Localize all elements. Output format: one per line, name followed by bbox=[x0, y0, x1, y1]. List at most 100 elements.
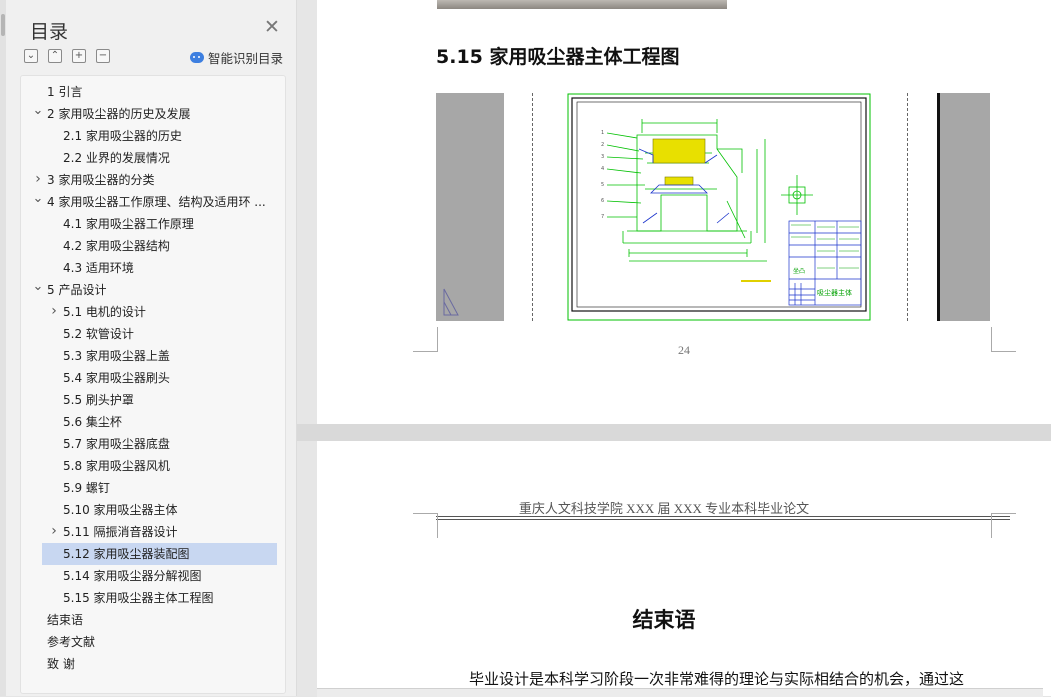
toc-item-label: 2.2 业界的发展情况 bbox=[63, 151, 170, 165]
add-entry-button[interactable]: + bbox=[72, 49, 86, 63]
toc-item-label: 5.15 家用吸尘器主体工程图 bbox=[63, 591, 214, 605]
toc-item-label: 2 家用吸尘器的历史及发展 bbox=[47, 107, 191, 121]
toc-item[interactable]: 结束语 bbox=[21, 609, 285, 631]
toc-item[interactable]: 5.12 家用吸尘器装配图 bbox=[21, 543, 285, 565]
toc-item-label: 5.11 隔振消音器设计 bbox=[63, 525, 178, 539]
section-heading: 5.15 家用吸尘器主体工程图 bbox=[436, 46, 680, 68]
toc-item[interactable]: › 3 家用吸尘器的分类 bbox=[21, 169, 285, 191]
previous-image-bottom bbox=[437, 0, 727, 9]
document-view[interactable]: 5.15 家用吸尘器主体工程图 1 2 3 4 5 6 7 坐凸 吸尘器主体 2… bbox=[297, 0, 1051, 697]
toc-item[interactable]: 5.2 软管设计 bbox=[21, 323, 285, 345]
svg-text:2: 2 bbox=[601, 142, 604, 148]
svg-text:7: 7 bbox=[601, 214, 604, 220]
page-corner-mark bbox=[413, 513, 438, 538]
toc-item[interactable]: › 5.1 电机的设计 bbox=[21, 301, 285, 323]
smart-toc-button[interactable]: 智能识别目录 bbox=[190, 48, 283, 67]
smart-toc-label: 智能识别目录 bbox=[208, 51, 284, 66]
toc-item-label: 5.9 螺钉 bbox=[63, 481, 110, 495]
chevron-down-icon[interactable]: ⌄ bbox=[32, 103, 44, 118]
toc-item[interactable]: 致 谢 bbox=[21, 653, 285, 675]
engineering-drawing: 123 4567 坐凸 吸尘器主体 bbox=[436, 93, 990, 322]
header-rule bbox=[436, 519, 1010, 520]
toc-item[interactable]: 4.2 家用吸尘器结构 bbox=[21, 235, 285, 257]
toc-item-label: 1 引言 bbox=[47, 85, 83, 99]
toc-item[interactable]: › 5.11 隔振消音器设计 bbox=[21, 521, 285, 543]
toc-item[interactable]: ⌄ 2 家用吸尘器的历史及发展 bbox=[21, 103, 285, 125]
chapter-title: 结束语 bbox=[632, 608, 696, 632]
cad-drawing: 123 4567 坐凸 吸尘器主体 bbox=[567, 93, 871, 321]
toc-sidebar: 目录 ✕ ⌄ ⌃ + − 智能识别目录 1 引言 ⌄ 2 家用吸尘器的历史及发展 2.… bbox=[0, 0, 297, 696]
toc-item[interactable]: 5.4 家用吸尘器刷头 bbox=[21, 367, 285, 389]
toc-item[interactable]: 1 引言 bbox=[21, 81, 285, 103]
toc-item-label: 参考文献 bbox=[47, 635, 96, 649]
toc-item[interactable]: 5.14 家用吸尘器分解视图 bbox=[21, 565, 285, 587]
expand-all-button[interactable]: ⌄ bbox=[24, 49, 38, 63]
toc-item-label: 4 家用吸尘器工作原理、结构及适用环 ... bbox=[47, 195, 266, 209]
toc-item[interactable]: 2.2 业界的发展情况 bbox=[21, 147, 285, 169]
collapse-all-button[interactable]: ⌃ bbox=[48, 49, 62, 63]
toc-item[interactable]: 5.15 家用吸尘器主体工程图 bbox=[21, 587, 285, 609]
toc-item-label: 3 家用吸尘器的分类 bbox=[47, 173, 155, 187]
toc-item[interactable]: 5.9 螺钉 bbox=[21, 477, 285, 499]
ai-cloud-icon bbox=[190, 52, 204, 63]
toc-item-label: 5.4 家用吸尘器刷头 bbox=[63, 371, 170, 385]
toc-item-label: 5.3 家用吸尘器上盖 bbox=[63, 349, 170, 363]
toc-item-label: 5.12 家用吸尘器装配图 bbox=[63, 547, 190, 561]
svg-text:3: 3 bbox=[601, 154, 604, 160]
toc-item-label: 5.7 家用吸尘器底盘 bbox=[63, 437, 170, 451]
toc-item[interactable]: 参考文献 bbox=[21, 631, 285, 653]
header-rule bbox=[436, 516, 1010, 517]
chevron-down-icon[interactable]: ⌄ bbox=[32, 191, 44, 206]
page-fold-line bbox=[907, 93, 908, 321]
toc-item-label: 5 产品设计 bbox=[47, 283, 107, 297]
svg-text:6: 6 bbox=[601, 198, 604, 204]
toc-item-label: 结束语 bbox=[47, 613, 84, 627]
drawing-label: 坐凸 bbox=[793, 267, 805, 275]
page-separator bbox=[297, 424, 1051, 441]
document-page: 重庆人文科技学院 XXX 届 XXX 专业本科毕业论文 结束语 毕业设计是本科学… bbox=[317, 441, 1051, 696]
toc-item[interactable]: ⌄ 5 产品设计 bbox=[21, 279, 285, 301]
toc-item[interactable]: 4.1 家用吸尘器工作原理 bbox=[21, 213, 285, 235]
chevron-right-icon[interactable]: › bbox=[32, 169, 44, 190]
toc-item-label: 5.2 软管设计 bbox=[63, 327, 134, 341]
sidebar-title: 目录 bbox=[30, 21, 69, 43]
svg-text:5: 5 bbox=[601, 182, 604, 188]
document-margin bbox=[297, 0, 316, 696]
toc-item[interactable]: 5.8 家用吸尘器风机 bbox=[21, 455, 285, 477]
chevron-down-icon[interactable]: ⌄ bbox=[32, 279, 44, 294]
toc-item-label: 致 谢 bbox=[47, 657, 75, 671]
page-corner-mark bbox=[991, 513, 1016, 538]
toc-item-label: 5.6 集尘杯 bbox=[63, 415, 122, 429]
toc-item-label: 5.8 家用吸尘器风机 bbox=[63, 459, 170, 473]
drawing-gray-margin-right bbox=[937, 93, 990, 321]
drawing-gray-margin-left bbox=[436, 93, 504, 321]
remove-entry-button[interactable]: − bbox=[96, 49, 110, 63]
toc-item-label: 4.3 适用环境 bbox=[63, 261, 134, 275]
scroll-thumb[interactable] bbox=[1, 14, 5, 36]
document-page: 5.15 家用吸尘器主体工程图 1 2 3 4 5 6 7 坐凸 吸尘器主体 2… bbox=[317, 0, 1051, 424]
toc-item-label: 4.2 家用吸尘器结构 bbox=[63, 239, 170, 253]
toc-item-label: 5.14 家用吸尘器分解视图 bbox=[63, 569, 202, 583]
svg-text:1: 1 bbox=[601, 130, 604, 136]
toc-item-label: 4.1 家用吸尘器工作原理 bbox=[63, 217, 194, 231]
close-icon[interactable]: ✕ bbox=[262, 17, 282, 37]
toc-item-label: 5.5 刷头护罩 bbox=[63, 393, 134, 407]
toc-item-label: 5.10 家用吸尘器主体 bbox=[63, 503, 178, 517]
chevron-right-icon[interactable]: › bbox=[48, 301, 60, 322]
toc-item[interactable]: 5.3 家用吸尘器上盖 bbox=[21, 345, 285, 367]
toc-item[interactable]: 5.7 家用吸尘器底盘 bbox=[21, 433, 285, 455]
toc-item[interactable]: ⌄ 4 家用吸尘器工作原理、结构及适用环 ... bbox=[21, 191, 285, 213]
toc-list: 1 引言 ⌄ 2 家用吸尘器的历史及发展 2.1 家用吸尘器的历史 2.2 业界的发展情… bbox=[20, 75, 286, 694]
toc-item[interactable]: 5.6 集尘杯 bbox=[21, 411, 285, 433]
page-fold-line bbox=[532, 93, 533, 321]
chevron-right-icon[interactable]: › bbox=[48, 521, 60, 542]
body-text: 毕业设计是本科学习阶段一次非常难得的理论与实际相结合的机会，通过这 bbox=[469, 670, 965, 688]
toc-item[interactable]: 5.5 刷头护罩 bbox=[21, 389, 285, 411]
toc-item-label: 5.1 电机的设计 bbox=[63, 305, 146, 319]
toc-item[interactable]: 5.10 家用吸尘器主体 bbox=[21, 499, 285, 521]
toc-item[interactable]: 4.3 适用环境 bbox=[21, 257, 285, 279]
toc-item[interactable]: 2.1 家用吸尘器的历史 bbox=[21, 125, 285, 147]
sidebar-scrollbar[interactable] bbox=[0, 0, 6, 696]
toc-item-label: 2.1 家用吸尘器的历史 bbox=[63, 129, 182, 143]
axis-triangle-icon bbox=[443, 288, 459, 316]
